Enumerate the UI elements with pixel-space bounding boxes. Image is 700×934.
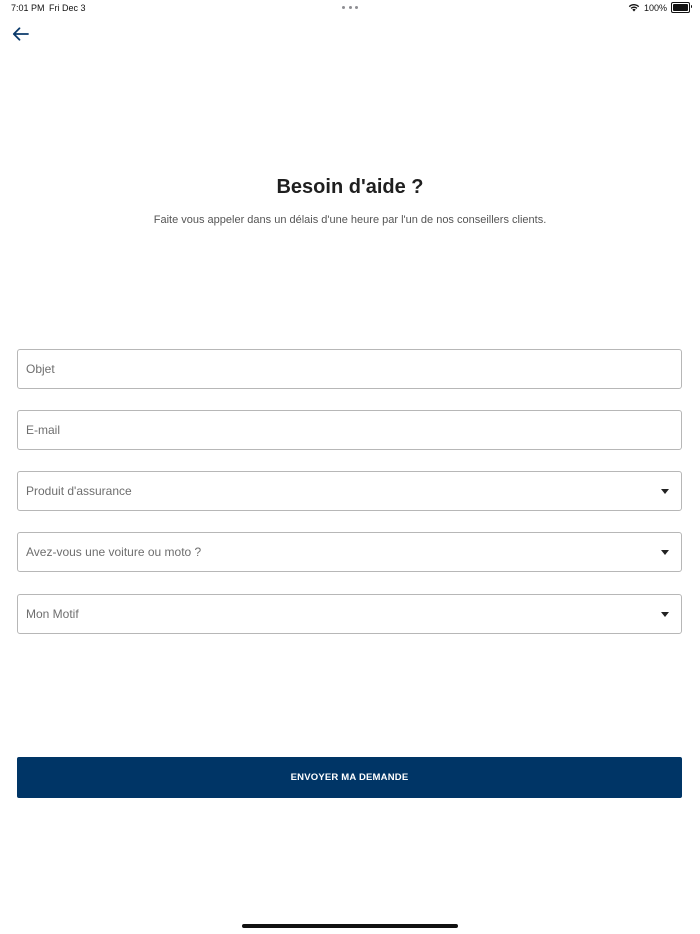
vehicle-type-placeholder: Avez-vous une voiture ou moto ?: [26, 545, 202, 559]
battery-percentage: 100%: [643, 2, 667, 13]
subject-input[interactable]: [18, 350, 681, 388]
subject-field[interactable]: [17, 349, 682, 389]
page-subtitle: Faite vous appeler dans un délais d'une …: [153, 214, 547, 226]
arrow-left-icon: [12, 26, 29, 46]
wifi-icon: [628, 3, 640, 12]
status-date: Fri Dec 3: [49, 3, 86, 13]
multitasking-dots-icon[interactable]: [342, 6, 358, 10]
reason-select[interactable]: Mon Motif: [17, 594, 682, 634]
insurance-product-select[interactable]: Produit d'assurance: [17, 471, 682, 511]
email-field[interactable]: [17, 410, 682, 450]
vehicle-type-select[interactable]: Avez-vous une voiture ou moto ?: [17, 532, 682, 572]
reason-placeholder: Mon Motif: [26, 607, 79, 621]
email-input[interactable]: [18, 411, 681, 449]
home-indicator[interactable]: [242, 924, 458, 928]
submit-request-button[interactable]: ENVOYER MA DEMANDE: [17, 757, 682, 798]
battery-icon: [671, 2, 692, 13]
status-time: 7:01 PM: [11, 3, 45, 13]
caret-down-icon: [661, 549, 669, 555]
insurance-product-placeholder: Produit d'assurance: [26, 484, 132, 498]
caret-down-icon: [661, 611, 669, 617]
page-title: Besoin d'aide ?: [276, 176, 424, 198]
back-button[interactable]: [8, 25, 32, 47]
caret-down-icon: [661, 488, 669, 494]
status-indicators: 100%: [628, 2, 692, 13]
status-bar: 7:01 PM Fri Dec 3 100%: [0, 0, 700, 18]
